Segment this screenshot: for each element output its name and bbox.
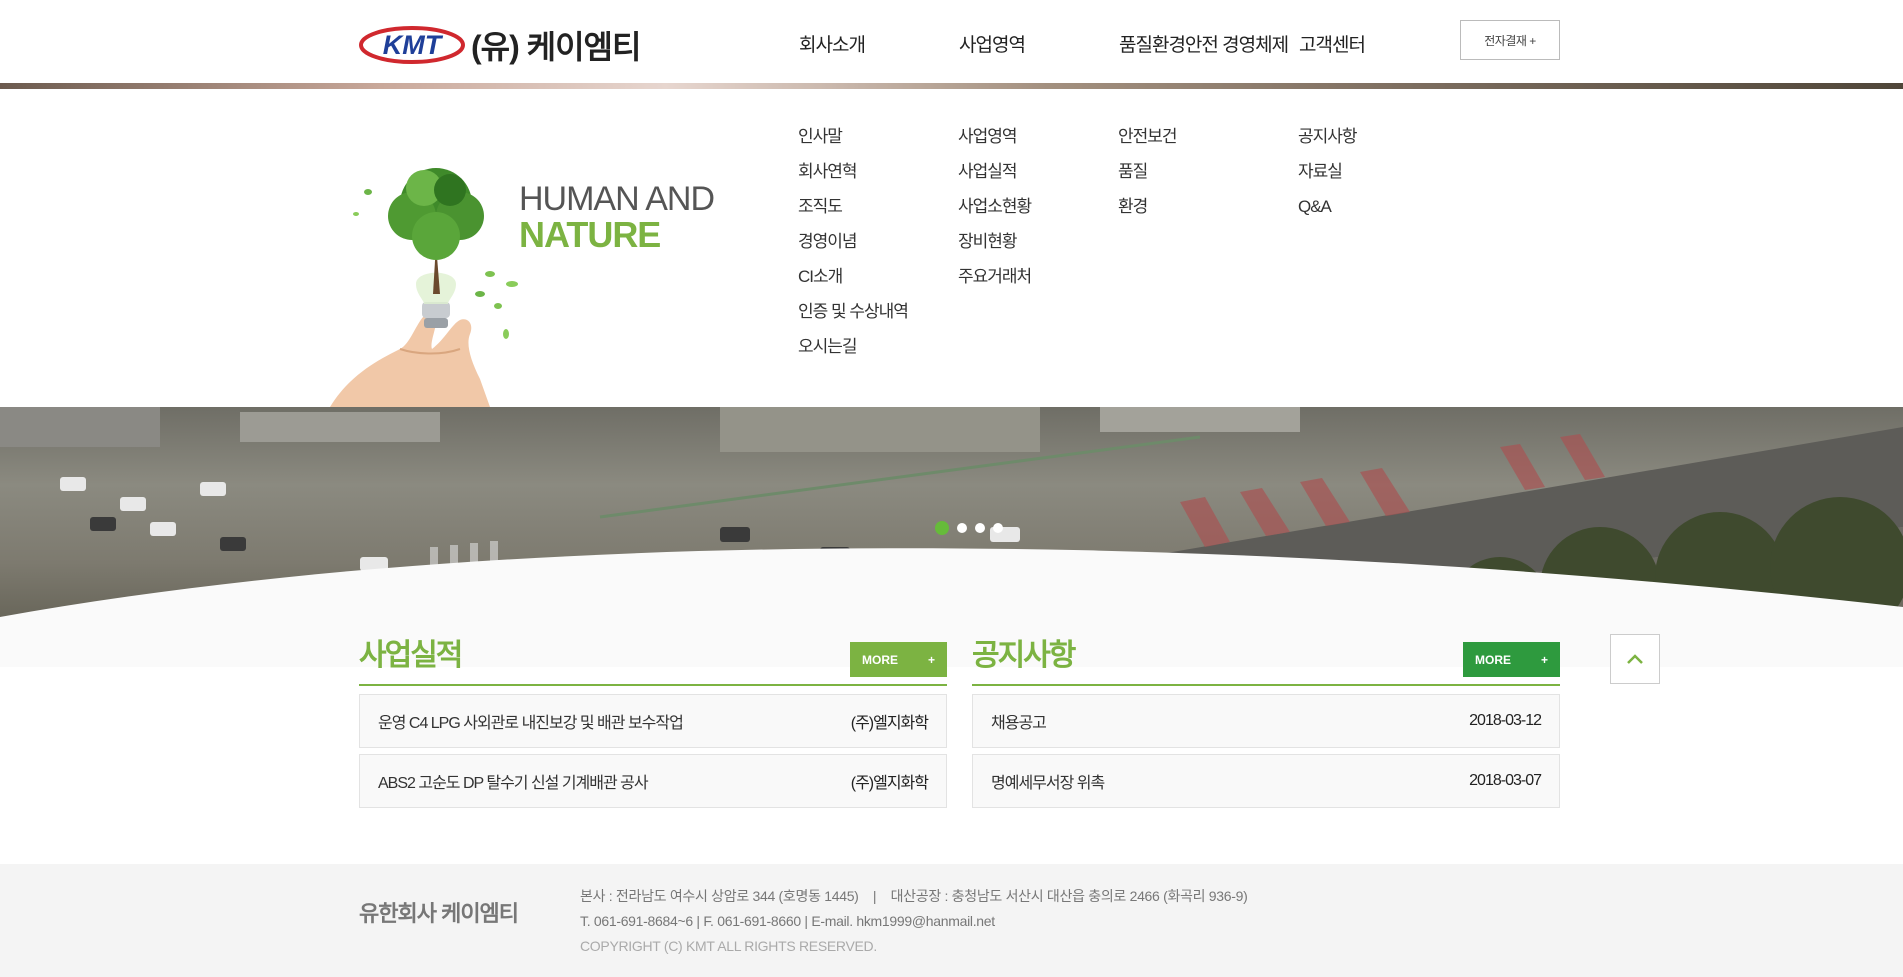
nav-customer[interactable]: 고객센터 <box>1299 30 1366 57</box>
submenu-business: 사업영역 사업실적 사업소현황 장비현황 주요거래처 <box>958 119 1032 294</box>
item-date: 2018-03-12 <box>1469 712 1542 729</box>
site-header: KMT (유) 케이엠티 회사소개 사업영역 품질환경안전 경영체제 고객센터 … <box>0 0 1903 84</box>
submenu-item[interactable]: 경영이념 <box>798 224 908 259</box>
notice-more-button[interactable]: MORE + <box>1463 642 1560 677</box>
business-results-panel: 사업실적 MORE + 운영 C4 LPG 사외관로 내진보강 및 배관 보수작… <box>359 638 947 808</box>
e-approval-button[interactable]: 전자결재 + <box>1460 20 1560 60</box>
site-footer: 유한회사 케이엠티 본사 : 전라남도 여수시 상암로 344 (호명동 144… <box>0 864 1903 977</box>
submenu-item[interactable]: 사업영역 <box>958 119 1031 154</box>
item-title: ABS2 고순도 DP 탈수기 신설 기계배관 공사 <box>378 775 649 792</box>
mega-menu: HUMAN AND NATURE 인사말 회사연혁 조직도 경영이념 CI소개 … <box>0 89 1903 407</box>
business-more-button[interactable]: MORE + <box>850 642 947 677</box>
submenu-item[interactable]: 장비현황 <box>958 224 1031 259</box>
slider-dot-4[interactable] <box>993 523 1003 533</box>
item-title: 채용공고 <box>991 715 1047 732</box>
nav-company[interactable]: 회사소개 <box>799 30 866 57</box>
footer-copyright: COPYRIGHT (C) KMT ALL RIGHTS RESERVED. <box>580 938 877 954</box>
slider-dot-2[interactable] <box>957 523 967 533</box>
slider-dot-3[interactable] <box>975 523 985 533</box>
slider-dots <box>935 521 1003 535</box>
notice-panel: 공지사항 MORE + 채용공고 2018-03-12 명예세무서장 위촉 20… <box>972 638 1560 808</box>
submenu-item[interactable]: 주요거래처 <box>958 259 1032 294</box>
plus-icon: + <box>1540 652 1548 667</box>
nav-quality[interactable]: 품질환경안전 경영체제 <box>1119 30 1289 57</box>
plus-icon: + <box>927 652 935 667</box>
submenu-item[interactable]: 회사연혁 <box>798 154 908 189</box>
submenu-item[interactable]: 공지사항 <box>1298 119 1358 154</box>
panel-divider <box>972 684 1560 686</box>
main-content: 사업실적 MORE + 운영 C4 LPG 사외관로 내진보강 및 배관 보수작… <box>0 600 1903 864</box>
item-date: 2018-03-07 <box>1469 772 1542 789</box>
list-item[interactable]: 채용공고 2018-03-12 <box>972 694 1560 748</box>
submenu-item[interactable]: 조직도 <box>798 189 908 224</box>
submenu-quality: 안전보건 품질 환경 <box>1118 119 1178 224</box>
tree-lightbulb-illustration <box>330 168 518 407</box>
chevron-up-icon <box>1627 654 1643 664</box>
scroll-top-button[interactable] <box>1610 634 1660 684</box>
item-title: 운영 C4 LPG 사외관로 내진보강 및 배관 보수작업 <box>378 715 684 732</box>
list-item[interactable]: ABS2 고순도 DP 탈수기 신설 기계배관 공사 (주)엘지화학 <box>359 754 947 808</box>
submenu-company: 인사말 회사연혁 조직도 경영이념 CI소개 인증 및 수상내역 오시는길 <box>798 119 909 364</box>
submenu-item[interactable]: 자료실 <box>1298 154 1357 189</box>
submenu-item[interactable]: 사업소현황 <box>958 189 1032 224</box>
submenu-item[interactable]: 인사말 <box>798 119 908 154</box>
panel-divider <box>359 684 947 686</box>
nav-business[interactable]: 사업영역 <box>959 30 1026 57</box>
more-label: MORE <box>1475 652 1511 667</box>
item-client: (주)엘지화학 <box>850 775 929 792</box>
slogan-line1: HUMAN AND <box>519 180 715 218</box>
submenu-item[interactable]: 품질 <box>1118 154 1177 189</box>
submenu-item[interactable]: 환경 <box>1118 189 1177 224</box>
item-client: (주)엘지화학 <box>850 715 929 732</box>
submenu-item[interactable]: 인증 및 수상내역 <box>798 294 909 329</box>
more-label: MORE <box>862 652 898 667</box>
list-item[interactable]: 명예세무서장 위촉 2018-03-07 <box>972 754 1560 808</box>
submenu-item[interactable]: 오시는길 <box>798 329 908 364</box>
slogan: HUMAN AND NATURE <box>519 180 715 255</box>
submenu-item[interactable]: CI소개 <box>798 259 908 294</box>
slogan-line2: NATURE <box>519 214 661 255</box>
item-title: 명예세무서장 위촉 <box>991 775 1105 792</box>
footer-brand: 유한회사 케이엠티 <box>359 901 519 926</box>
footer-address: 본사 : 전라남도 여수시 상암로 344 (호명동 1445) | 대산공장 … <box>580 888 1248 904</box>
footer-info: 본사 : 전라남도 여수시 상암로 344 (호명동 1445) | 대산공장 … <box>580 884 1248 959</box>
submenu-item[interactable]: Q&A <box>1298 189 1357 224</box>
slider-dot-1[interactable] <box>935 521 949 535</box>
main-nav: 회사소개 사업영역 품질환경안전 경영체제 고객센터 <box>0 30 1903 60</box>
submenu-customer: 공지사항 자료실 Q&A <box>1298 119 1358 224</box>
submenu-item[interactable]: 안전보건 <box>1118 119 1178 154</box>
footer-contact: T. 061-691-8684~6 | F. 061-691-8660 | E-… <box>580 913 995 929</box>
list-item[interactable]: 운영 C4 LPG 사외관로 내진보강 및 배관 보수작업 (주)엘지화학 <box>359 694 947 748</box>
submenu-item[interactable]: 사업실적 <box>958 154 1031 189</box>
